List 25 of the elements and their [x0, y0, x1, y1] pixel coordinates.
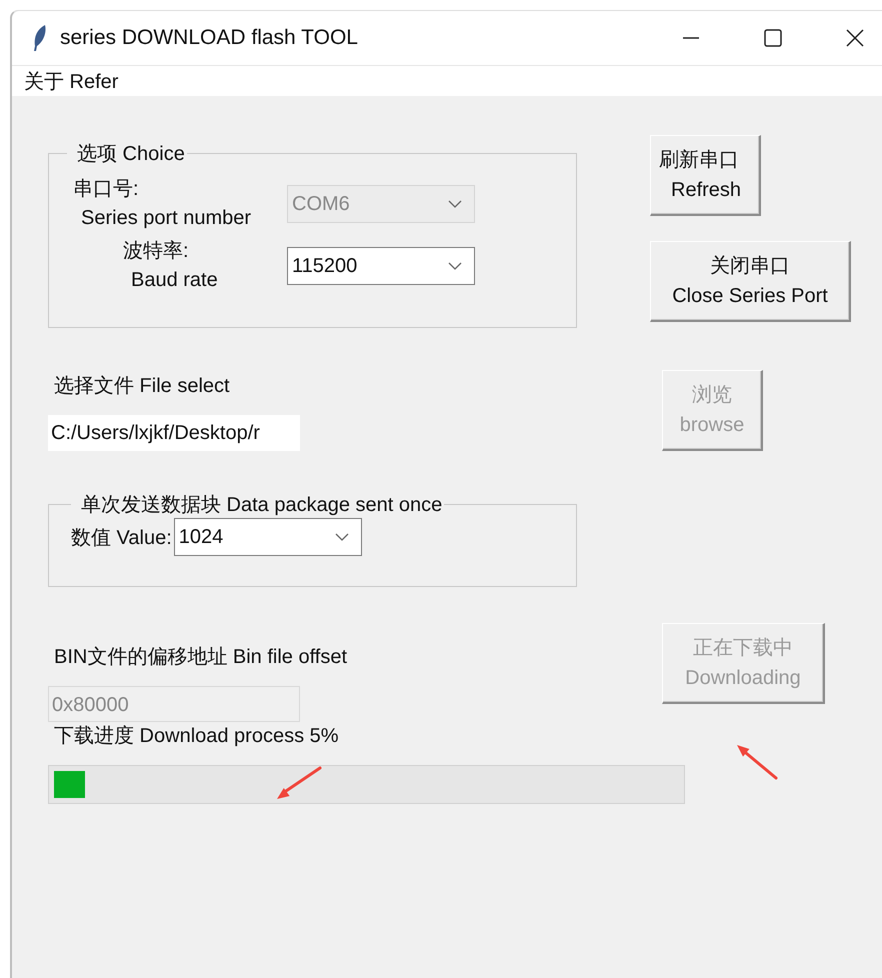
chevron-down-icon: [448, 200, 462, 208]
field-label: 数值 Value:: [71, 526, 172, 550]
menu-item[interactable]: 关于 Refer: [24, 68, 118, 94]
file-path-field[interactable]: C:/Users/lxjkf/Desktop/r: [48, 415, 300, 451]
window-title: series DOWNLOAD flash TOOL: [60, 26, 358, 50]
offset-label: BIN文件的偏移地址 Bin file offset: [53, 645, 348, 670]
field-label: Baud rate: [130, 268, 219, 293]
field-label: Series port number: [80, 206, 252, 231]
annotation-arrow: [276, 766, 322, 800]
port-button[interactable]: 关闭串口 Close Series Port: [650, 241, 851, 322]
group-legend: 单次发送数据块 Data package sent once: [71, 491, 444, 518]
close-icon[interactable]: [846, 29, 864, 47]
chevron-down-icon: [448, 262, 462, 270]
file-select-label: 选择文件 File select: [53, 374, 231, 399]
combo-box[interactable]: 115200: [287, 247, 475, 285]
group-legend: 选项 Choice: [67, 140, 187, 167]
feather-icon: [32, 24, 48, 52]
progress-label: 下载进度 Download process 5%: [53, 725, 339, 747]
combo-box[interactable]: 1024: [174, 518, 362, 556]
maximize-icon[interactable]: [764, 29, 782, 47]
annotation-arrow: [736, 744, 778, 780]
field-label: 串口号:: [72, 177, 140, 202]
port-button[interactable]: 刷新串口 Refresh: [650, 135, 761, 216]
field-label: 波特率:: [122, 239, 190, 264]
chevron-down-icon: [334, 533, 349, 541]
